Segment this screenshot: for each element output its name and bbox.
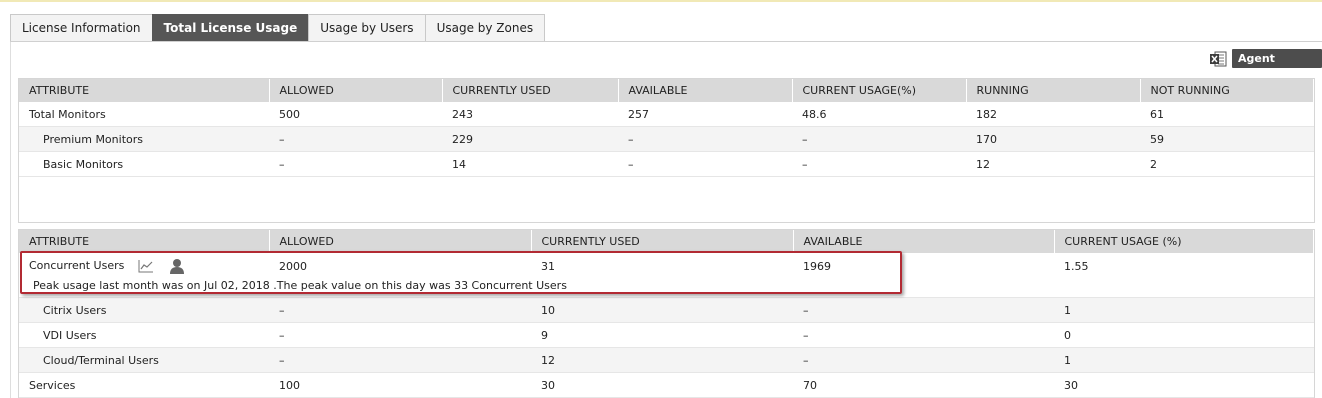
col-header: CURRENT USAGE(%) [792, 79, 967, 102]
table-cell: VDI Users [19, 322, 269, 348]
table-cell: 9 [531, 322, 793, 348]
concurrent-users-label: Concurrent Users [29, 259, 125, 272]
tab-total-license-usage[interactable]: Total License Usage [151, 14, 310, 41]
table-header-row: ATTRIBUTE ALLOWED CURRENTLY USED AVAILAB… [19, 230, 1314, 253]
table-cell: 12 [531, 347, 793, 373]
table-cell: 182 [966, 102, 1140, 127]
col-header: CURRENTLY USED [442, 79, 619, 102]
table-cell: 70 [793, 372, 1054, 398]
excel-export-icon[interactable] [1209, 51, 1227, 67]
table-cell: 257 [618, 102, 792, 127]
table-cell: – [269, 297, 531, 323]
table-row: Basic Monitors – 14 – – 12 2 [19, 151, 1314, 177]
peak-usage-note: Peak usage last month was on Jul 02, 201… [19, 279, 1314, 298]
table-cell: 170 [966, 126, 1140, 152]
col-header: NOT RUNNING [1140, 79, 1314, 102]
table-cell: – [269, 322, 531, 348]
col-header: AVAILABLE [793, 230, 1055, 253]
table-header-row: ATTRIBUTE ALLOWED CURRENTLY USED AVAILAB… [19, 79, 1314, 102]
table-cell: – [793, 347, 1054, 373]
table-cell: Services [19, 372, 269, 398]
table-cell: Premium Monitors [19, 126, 269, 152]
col-header: AVAILABLE [618, 79, 793, 102]
table-cell: 31 [541, 259, 555, 273]
table-cell: 12 [966, 151, 1140, 177]
table-row: Premium Monitors – 229 – – 170 59 [19, 126, 1314, 152]
table-cell: 14 [442, 151, 618, 177]
table-cell: 48.6 [792, 102, 966, 127]
table-cell: 500 [269, 102, 442, 127]
table-cell: Cloud/Terminal Users [19, 347, 269, 373]
table-cell: 59 [1140, 126, 1314, 152]
table-cell: 61 [1140, 102, 1314, 127]
table-cell: 1.55 [1064, 259, 1089, 273]
table-cell: 100 [269, 372, 531, 398]
col-header: RUNNING [966, 79, 1141, 102]
table-cell: Basic Monitors [19, 151, 269, 177]
table-cell: 1 [1054, 347, 1314, 373]
table-cell: 1 [1054, 297, 1314, 323]
peak-usage-row: Peak usage last month was on Jul 02, 201… [19, 279, 1314, 298]
table-cell: 1969 [803, 259, 831, 273]
table-cell: 229 [442, 126, 618, 152]
col-header: CURRENT USAGE (%) [1054, 230, 1314, 253]
top-accent-line [0, 0, 1322, 2]
table-cell: – [793, 297, 1054, 323]
table-cell: – [269, 151, 442, 177]
table-cell: 243 [442, 102, 618, 127]
tab-license-information[interactable]: License Information [10, 14, 153, 41]
tab-usage-by-users[interactable]: Usage by Users [308, 14, 426, 41]
col-header: ATTRIBUTE [19, 230, 270, 253]
table-cell: Total Monitors [19, 102, 269, 127]
table-cell: 30 [1054, 372, 1314, 398]
table-row: VDI Users – 9 – 0 [19, 322, 1314, 348]
col-header: ALLOWED [269, 230, 532, 253]
table-cell: – [792, 151, 966, 177]
concurrent-users-row: Concurrent Users 2000 31 1969 1.55 [19, 253, 1314, 279]
table-cell: – [793, 322, 1054, 348]
tab-bar: License Information Total License Usage … [10, 14, 546, 42]
table-cell: Concurrent Users [19, 253, 269, 279]
table-cell: Citrix Users [19, 297, 269, 323]
table-cell: 2 [1140, 151, 1314, 177]
table-cell: – [269, 347, 531, 373]
table-cell: 0 [1054, 322, 1314, 348]
table-row: Cloud/Terminal Users – 12 – 1 [19, 347, 1314, 373]
tab-usage-by-zones[interactable]: Usage by Zones [424, 14, 546, 41]
col-header: ATTRIBUTE [19, 79, 270, 102]
table-cell: – [618, 151, 792, 177]
table-cell: – [269, 126, 442, 152]
table-cell: 2000 [279, 259, 307, 273]
table-row: Services 100 30 70 30 [19, 372, 1314, 398]
trend-graph-icon[interactable] [138, 259, 154, 273]
table-row: Citrix Users – 10 – 1 [19, 297, 1314, 323]
table-cell: 10 [531, 297, 793, 323]
monitors-table: ATTRIBUTE ALLOWED CURRENTLY USED AVAILAB… [18, 78, 1315, 223]
user-icon[interactable] [169, 258, 185, 274]
col-header: CURRENTLY USED [531, 230, 794, 253]
table-cell: 30 [531, 372, 793, 398]
agent-status-button[interactable]: Agent Status [1232, 49, 1322, 84]
table-cell: – [792, 126, 966, 152]
table-cell: – [618, 126, 792, 152]
users-table: ATTRIBUTE ALLOWED CURRENTLY USED AVAILAB… [18, 229, 1315, 398]
col-header: ALLOWED [269, 79, 443, 102]
table-row: Total Monitors 500 243 257 48.6 182 61 [19, 102, 1314, 127]
